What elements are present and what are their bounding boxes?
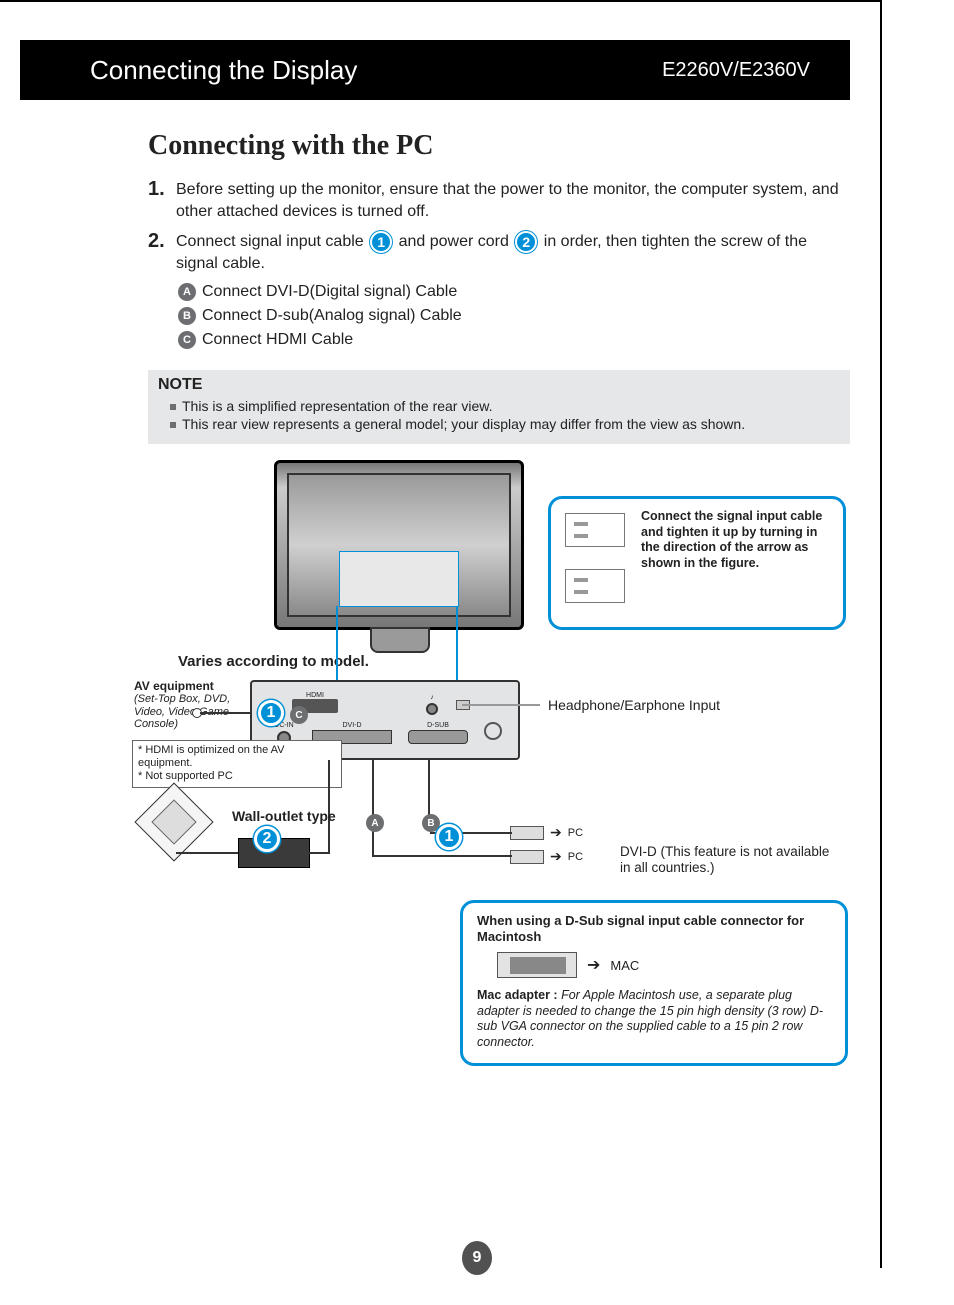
cable-a-line — [372, 760, 374, 818]
note-title: NOTE — [158, 376, 840, 394]
tighten-hint-text: Connect the signal input cable and tight… — [641, 509, 822, 570]
note-line-1: This is a simplified representation of t… — [170, 398, 840, 414]
substep-a-text: Connect DVI-D(Digital signal) Cable — [202, 283, 457, 301]
badge-2-inline: 2 — [515, 231, 537, 253]
monitor-icon — [274, 460, 524, 630]
substep-a: A Connect DVI-D(Digital signal) Cable — [178, 283, 848, 301]
pc-connector-1: ➔ PC — [510, 824, 583, 841]
pc-label-2: PC — [568, 851, 583, 863]
content-block: Connecting with the PC 1. Before setting… — [148, 130, 848, 355]
power-cord-line — [308, 852, 330, 854]
step-1-number: 1. — [148, 176, 176, 222]
dvid-plug-icon — [510, 850, 544, 864]
header-model: E2260V/E2360V — [662, 59, 810, 82]
mac-adapter-box: When using a D-Sub signal input cable co… — [460, 900, 848, 1066]
hdmi-footnote-2: * Not supported PC — [138, 770, 336, 783]
arrow-right-icon: ➔ — [550, 824, 562, 841]
step-1: 1. Before setting up the monitor, ensure… — [148, 176, 848, 222]
arrow-right-icon: ➔ — [550, 848, 562, 865]
mac-connector-row: ➔ MAC — [497, 952, 831, 978]
note-line-2-text: This rear view represents a general mode… — [182, 416, 745, 432]
letter-a-icon: A — [178, 283, 196, 301]
bullet-icon — [170, 422, 176, 428]
mac-label: MAC — [610, 958, 639, 973]
letter-c-icon: C — [178, 331, 196, 349]
pc-label-1: PC — [568, 827, 583, 839]
monitor-stand-icon — [370, 627, 430, 653]
note-line-2: This rear view represents a general mode… — [170, 416, 840, 432]
substep-c-text: Connect HDMI Cable — [202, 331, 353, 349]
badge-2-power: 2 — [254, 826, 280, 852]
pc-connector-2: ➔ PC — [510, 848, 583, 865]
headphone-port-label: ♪ — [422, 694, 442, 701]
section-title: Connecting with the PC — [148, 130, 848, 162]
dsub-port-label: D-SUB — [408, 722, 468, 729]
header-bar: Connecting the Display E2260V/E2360V — [20, 40, 850, 100]
substep-c: C Connect HDMI Cable — [178, 331, 848, 349]
dsub-port-icon: D-SUB — [408, 722, 468, 744]
hdmi-footnote-1: * HDMI is optimized on the AV equipment. — [138, 744, 336, 770]
page-right-rule — [880, 0, 882, 1268]
badge-1-hdmi: 1 — [258, 700, 284, 726]
substep-b-text: Connect D-sub(Analog signal) Cable — [202, 307, 462, 325]
badge-a-diagram: A — [366, 814, 384, 832]
substep-b: B Connect D-sub(Analog signal) Cable — [178, 307, 848, 325]
arrow-right-icon: ➔ — [587, 955, 600, 975]
mac-heading: When using a D-Sub signal input cable co… — [477, 913, 831, 944]
letter-b-icon: B — [178, 307, 196, 325]
power-cord-line — [328, 760, 330, 854]
hdmi-port-label: HDMI — [292, 692, 338, 699]
headphone-wire-line — [462, 704, 540, 706]
monitor-rear-panel-highlight — [339, 551, 459, 607]
headphone-port-icon: ♪ — [422, 694, 442, 715]
badge-1-signal: 1 — [436, 824, 462, 850]
page-number-badge: 9 — [462, 1241, 492, 1275]
substep-list: A Connect DVI-D(Digital signal) Cable B … — [178, 283, 848, 349]
power-cord-line — [176, 852, 238, 854]
dsub-plug-icon — [510, 826, 544, 840]
mac-body-bold: Mac adapter : — [477, 988, 561, 1002]
panel-callout-line — [456, 606, 458, 680]
step-1-text: Before setting up the monitor, ensure th… — [176, 176, 848, 222]
headphone-label: Headphone/Earphone Input — [548, 697, 720, 713]
dvid-port-label: DVI-D — [312, 722, 392, 729]
connector-icon — [565, 513, 625, 547]
power-button-icon — [484, 722, 502, 740]
connection-diagram: Varies according to model. Connect the s… — [140, 460, 860, 1090]
bullet-icon — [170, 404, 176, 410]
step-2-text-a: Connect signal input cable — [176, 233, 368, 250]
step-2: 2. Connect signal input cable 1 and powe… — [148, 228, 848, 275]
wall-outlet-label: Wall-outlet type — [232, 808, 336, 824]
signal-cable-line — [372, 855, 512, 857]
header-title: Connecting the Display — [90, 55, 357, 86]
hdmi-footnote-box: * HDMI is optimized on the AV equipment.… — [132, 740, 342, 788]
step-2-text-b: and power cord — [399, 233, 514, 250]
av-title: AV equipment — [134, 679, 264, 693]
mac-connector-icon — [497, 952, 577, 978]
varies-label: Varies according to model. — [178, 653, 369, 670]
step-2-number: 2. — [148, 228, 176, 275]
panel-callout-line — [336, 606, 338, 680]
connector-icon — [565, 569, 625, 603]
av-equipment-label: AV equipment (Set-Top Box, DVD, Video, V… — [134, 679, 264, 731]
page-top-rule — [0, 0, 880, 2]
step-2-text: Connect signal input cable 1 and power c… — [176, 228, 848, 275]
mac-body-text: Mac adapter : For Apple Macintosh use, a… — [477, 988, 831, 1051]
note-line-1-text: This is a simplified representation of t… — [182, 398, 492, 414]
dvid-availability-note: DVI-D (This feature is not available in … — [620, 844, 830, 876]
badge-1-inline: 1 — [370, 231, 392, 253]
note-box: NOTE This is a simplified representation… — [148, 370, 850, 444]
badge-c-diagram: C — [290, 706, 308, 724]
tighten-hint-box: Connect the signal input cable and tight… — [548, 496, 846, 630]
